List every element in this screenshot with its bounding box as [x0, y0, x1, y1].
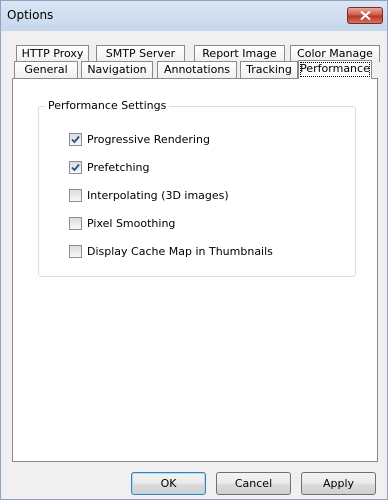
checkbox-label: Pixel Smoothing	[87, 217, 176, 230]
tab-performance[interactable]: Performance	[298, 60, 372, 79]
tab-navigation[interactable]: Navigation	[81, 61, 153, 78]
checkbox-box[interactable]	[69, 189, 82, 202]
checkbox-label: Interpolating (3D images)	[87, 189, 229, 202]
checkbox-box[interactable]	[69, 161, 82, 174]
tab-smtp-server[interactable]: SMTP Server	[96, 45, 185, 62]
title-bar: Options	[1, 1, 387, 31]
tab-annotations[interactable]: Annotations	[157, 61, 237, 78]
group-title: Performance Settings	[45, 99, 170, 112]
tab-http-proxy[interactable]: HTTP Proxy	[16, 45, 89, 62]
tab-tracking[interactable]: Tracking	[240, 61, 298, 78]
checkbox-box[interactable]	[69, 217, 82, 230]
checkmark-icon	[71, 135, 80, 144]
apply-button[interactable]: Apply	[301, 472, 376, 495]
tab-report-image[interactable]: Report Image	[194, 45, 285, 62]
performance-panel: Performance Settings Progressive Renderi…	[12, 78, 378, 462]
checkbox-box[interactable]	[69, 133, 82, 146]
performance-settings-group: Performance Settings Progressive Renderi…	[38, 99, 356, 277]
checkbox-box[interactable]	[69, 245, 82, 258]
window-title: Options	[7, 8, 54, 22]
checkbox-label: Prefetching	[87, 161, 150, 174]
tab-general[interactable]: General	[14, 61, 78, 78]
checkbox-label: Display Cache Map in Thumbnails	[87, 245, 273, 258]
cancel-button[interactable]: Cancel	[216, 472, 291, 495]
checkbox-label: Progressive Rendering	[87, 133, 210, 146]
close-button[interactable]	[347, 7, 383, 24]
options-dialog: Options HTTP Proxy SMTP Server Report Im…	[0, 0, 388, 500]
close-icon	[360, 11, 371, 20]
checkmark-icon	[71, 163, 80, 172]
ok-button[interactable]: OK	[131, 472, 206, 495]
